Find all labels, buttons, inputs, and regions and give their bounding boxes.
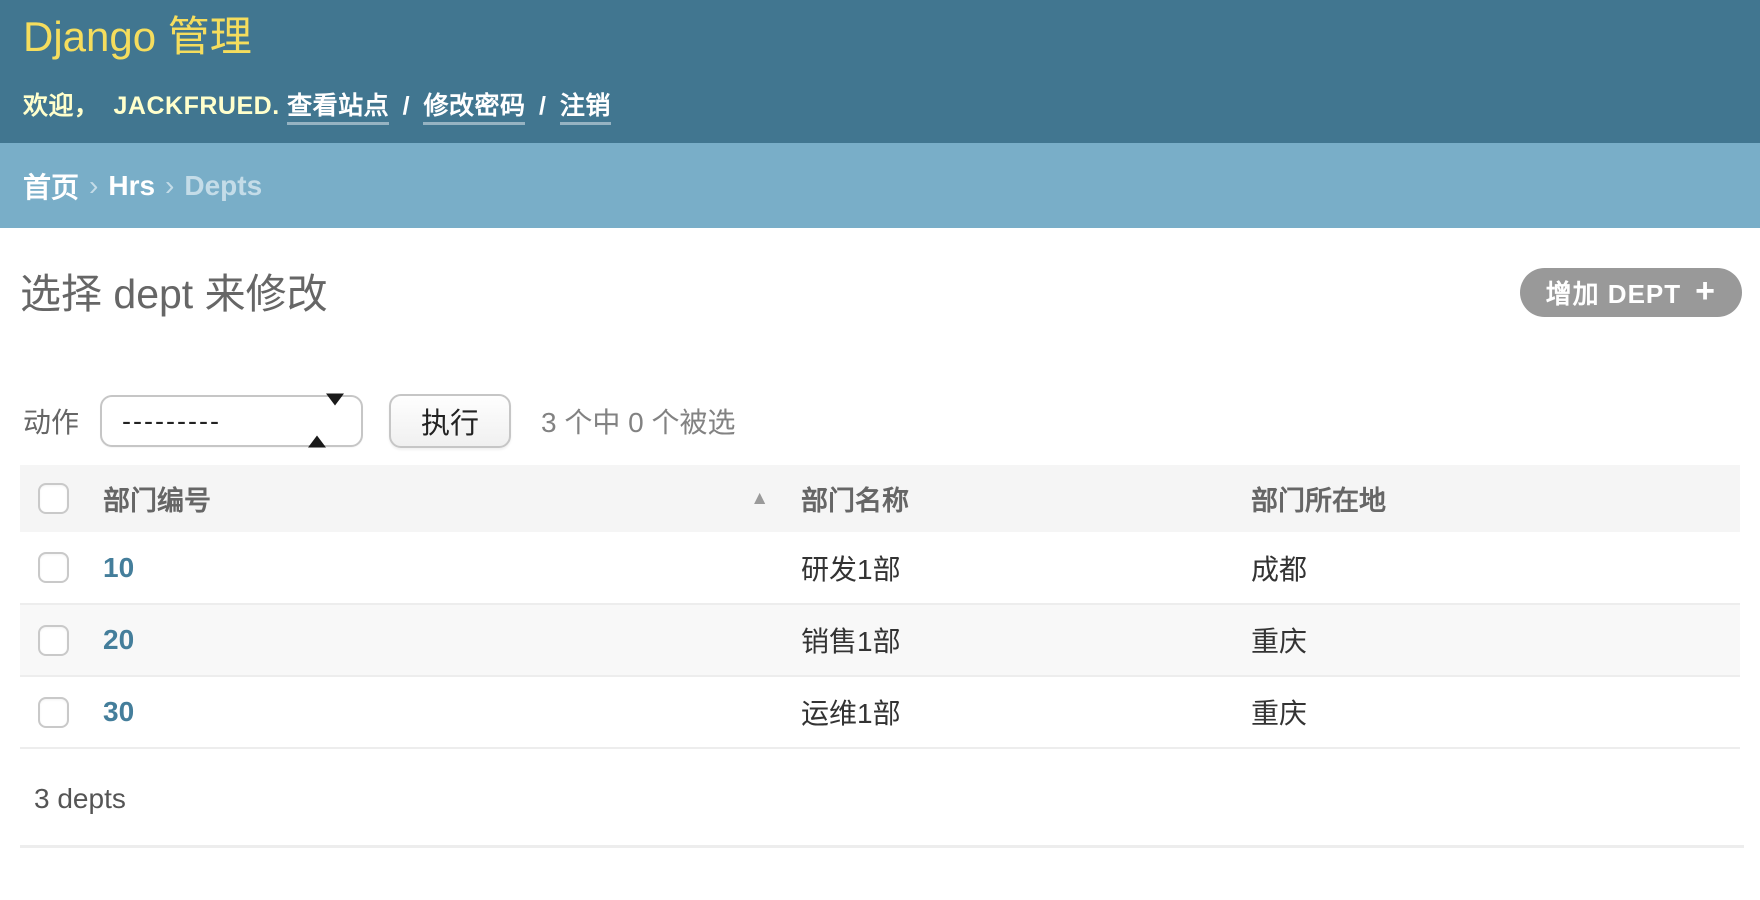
sort-ascending-icon[interactable]: ▲: [750, 488, 769, 510]
content-area: 选择 dept 来修改 增加 DEPT + 动作 --------- 执行 3 …: [0, 228, 1760, 848]
user-tools: 欢迎， JACKFRUED. 查看站点 / 修改密码 / 注销: [23, 86, 1720, 122]
breadcrumb-current: Depts: [184, 170, 262, 202]
dept-no-cell: 20: [85, 604, 783, 676]
link-separator: /: [539, 92, 546, 120]
action-select-value: ---------: [122, 406, 221, 437]
change-password-link[interactable]: 修改密码: [423, 92, 525, 125]
username: JACKFRUED.: [114, 92, 280, 120]
breadcrumb-separator: ›: [165, 170, 174, 202]
breadcrumb-app-hrs[interactable]: Hrs: [108, 170, 155, 202]
column-header-dept-location[interactable]: 部门所在地: [1233, 465, 1740, 532]
action-select[interactable]: ---------: [100, 395, 363, 447]
actions-label: 动作: [23, 401, 79, 441]
row-checkbox[interactable]: [38, 697, 69, 728]
admin-header: Django 管理 欢迎， JACKFRUED. 查看站点 / 修改密码 / 注销: [0, 0, 1760, 143]
breadcrumb: 首页 › Hrs › Depts: [0, 143, 1760, 228]
select-all-header-cell: [20, 465, 85, 532]
link-separator: /: [403, 92, 410, 120]
go-button[interactable]: 执行: [389, 394, 511, 448]
breadcrumb-separator: ›: [89, 170, 98, 202]
select-arrows-icon: [308, 406, 344, 437]
dept-no-cell: 10: [85, 532, 783, 604]
table-header-row: 部门编号 ▲ 部门名称 部门所在地: [20, 465, 1740, 532]
dept-name-cell: 销售1部: [783, 604, 1233, 676]
dept-no-cell: 30: [85, 676, 783, 748]
row-checkbox[interactable]: [38, 552, 69, 583]
column-header-dept-location-label: 部门所在地: [1251, 486, 1386, 516]
plus-icon: +: [1695, 274, 1716, 308]
add-dept-button[interactable]: 增加 DEPT +: [1520, 268, 1742, 317]
row-checkbox-cell: [20, 604, 85, 676]
table-row: 20 销售1部 重庆: [20, 604, 1740, 676]
welcome-text: 欢迎，: [23, 92, 100, 120]
column-header-dept-no-label: 部门编号: [103, 486, 211, 516]
breadcrumb-home[interactable]: 首页: [23, 166, 79, 206]
result-count: 3 depts: [34, 783, 1740, 815]
row-checkbox-cell: [20, 676, 85, 748]
column-header-dept-name-label: 部门名称: [801, 486, 909, 516]
select-all-checkbox[interactable]: [38, 483, 69, 514]
dept-link[interactable]: 30: [103, 696, 134, 727]
object-tools: 增加 DEPT +: [1520, 268, 1742, 317]
dept-location-cell: 重庆: [1233, 604, 1740, 676]
row-checkbox[interactable]: [38, 625, 69, 656]
dept-link[interactable]: 10: [103, 552, 134, 583]
action-counter: 3 个中 0 个被选: [541, 401, 735, 441]
view-site-link[interactable]: 查看站点: [287, 92, 389, 125]
logout-link[interactable]: 注销: [560, 92, 611, 125]
page-title: 选择 dept 来修改: [20, 228, 1740, 315]
dept-link[interactable]: 20: [103, 624, 134, 655]
dept-name-cell: 研发1部: [783, 532, 1233, 604]
table-row: 10 研发1部 成都: [20, 532, 1740, 604]
actions-bar: 动作 --------- 执行 3 个中 0 个被选: [20, 395, 1740, 447]
dept-location-cell: 重庆: [1233, 676, 1740, 748]
site-title[interactable]: Django 管理: [23, 14, 1720, 60]
dept-location-cell: 成都: [1233, 532, 1740, 604]
dept-table: 部门编号 ▲ 部门名称 部门所在地 10 研发1部 成都: [20, 465, 1740, 749]
table-row: 30 运维1部 重庆: [20, 676, 1740, 748]
column-header-dept-no[interactable]: 部门编号 ▲: [85, 465, 783, 532]
column-header-dept-name[interactable]: 部门名称: [783, 465, 1233, 532]
add-dept-label: 增加 DEPT: [1546, 274, 1682, 311]
dept-name-cell: 运维1部: [783, 676, 1233, 748]
row-checkbox-cell: [20, 532, 85, 604]
bottom-divider: [20, 845, 1744, 848]
